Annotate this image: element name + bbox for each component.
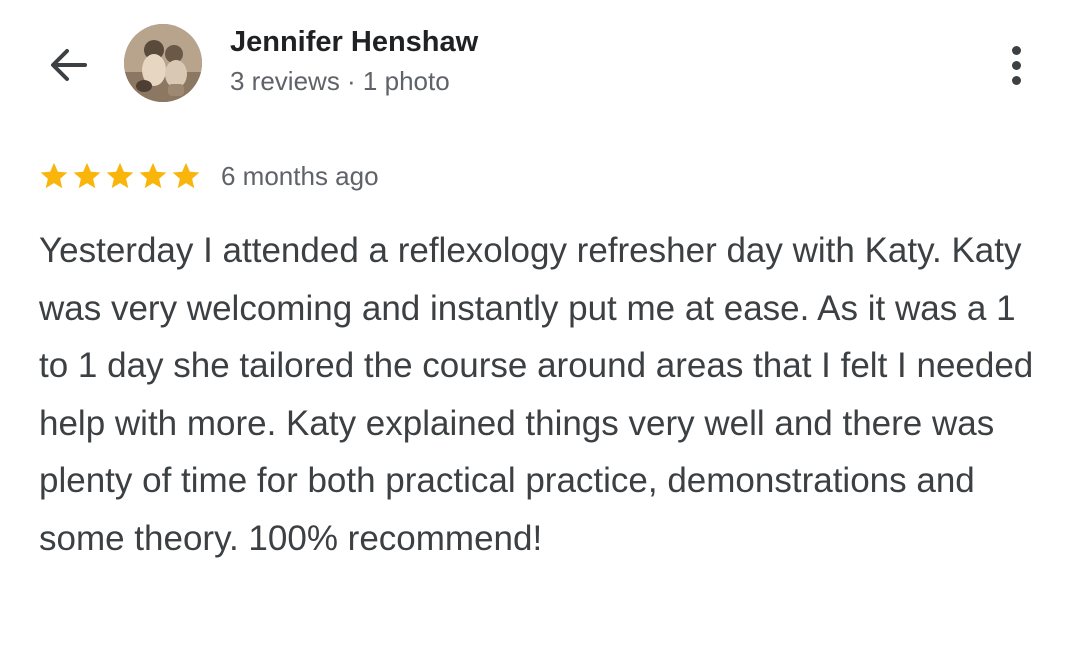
review-text: Yesterday I attended a reflexology refre… bbox=[39, 231, 1034, 558]
rating-row: 6 months ago bbox=[38, 156, 379, 196]
more-vert-icon-dot bbox=[1011, 75, 1021, 85]
more-vert-icon-dot bbox=[1011, 60, 1021, 70]
avatar-photo bbox=[124, 24, 202, 102]
back-button[interactable] bbox=[40, 40, 96, 90]
star-icon bbox=[139, 162, 167, 189]
arrow-left-icon bbox=[51, 49, 87, 81]
star-icon bbox=[40, 162, 68, 189]
author-name[interactable]: Jennifer Henshaw bbox=[230, 26, 478, 59]
star-icon bbox=[106, 162, 134, 189]
more-vert-icon bbox=[1011, 45, 1021, 55]
star-icon bbox=[73, 162, 101, 189]
star-icon bbox=[172, 162, 200, 189]
author-review-count: 3 reviews · 1 photo bbox=[230, 66, 450, 96]
more-options-button[interactable] bbox=[992, 38, 1040, 92]
review-header: Jennifer Henshaw 3 reviews · 1 photo bbox=[0, 0, 1080, 130]
review-date: 6 months ago bbox=[221, 160, 379, 191]
avatar[interactable] bbox=[124, 24, 202, 102]
star-rating bbox=[38, 160, 202, 192]
